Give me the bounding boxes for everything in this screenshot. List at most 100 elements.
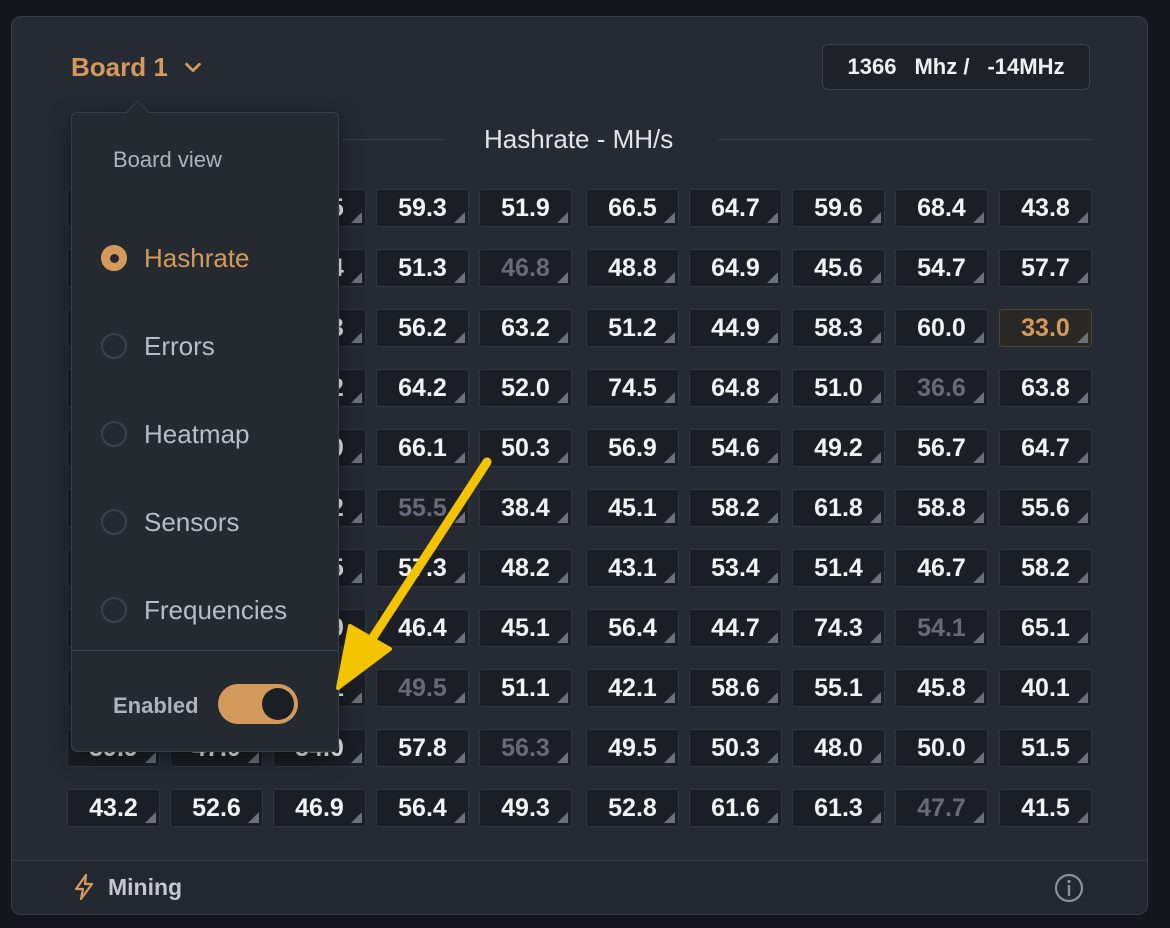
grid-cell[interactable]: 44.9 bbox=[689, 309, 782, 347]
grid-cell[interactable]: 43.8 bbox=[999, 189, 1092, 227]
mining-status: Mining bbox=[72, 873, 182, 901]
grid-cell[interactable]: 45.1 bbox=[479, 609, 572, 647]
option-hashrate[interactable]: Hashrate bbox=[101, 238, 250, 278]
grid-cell[interactable]: 51.9 bbox=[479, 189, 572, 227]
grid-cell[interactable]: 51.0 bbox=[792, 369, 885, 407]
grid-cell[interactable]: 64.8 bbox=[689, 369, 782, 407]
board-panel: Board 1 1366 Mhz / -14MHz Hashrate - MH/… bbox=[11, 16, 1148, 915]
grid-cell[interactable]: 64.7 bbox=[689, 189, 782, 227]
grid-cell[interactable]: 54.7 bbox=[895, 249, 988, 287]
grid-cell[interactable]: 63.8 bbox=[999, 369, 1092, 407]
option-label: Sensors bbox=[144, 506, 240, 537]
grid-cell[interactable]: 58.3 bbox=[792, 309, 885, 347]
radio-icon bbox=[101, 509, 127, 535]
grid-cell[interactable]: 58.2 bbox=[999, 549, 1092, 587]
grid-cell[interactable]: 58.2 bbox=[689, 489, 782, 527]
grid-cell[interactable]: 46.7 bbox=[895, 549, 988, 587]
grid-cell[interactable]: 57.3 bbox=[376, 549, 469, 587]
grid-cell[interactable]: 64.7 bbox=[999, 429, 1092, 467]
grid-cell[interactable]: 74.3 bbox=[792, 609, 885, 647]
grid-cell[interactable]: 50.3 bbox=[689, 729, 782, 767]
grid-cell[interactable]: 44.7 bbox=[689, 609, 782, 647]
grid-cell[interactable]: 56.9 bbox=[586, 429, 679, 467]
grid-cell[interactable]: 74.5 bbox=[586, 369, 679, 407]
option-heatmap[interactable]: Heatmap bbox=[101, 414, 250, 454]
grid-cell[interactable]: 50.3 bbox=[479, 429, 572, 467]
grid-cell[interactable]: 56.3 bbox=[479, 729, 572, 767]
grid-cell[interactable]: 54.1 bbox=[895, 609, 988, 647]
info-icon[interactable] bbox=[1054, 873, 1084, 903]
grid-cell[interactable]: 55.1 bbox=[792, 669, 885, 707]
grid-cell[interactable]: 57.8 bbox=[376, 729, 469, 767]
option-errors[interactable]: Errors bbox=[101, 326, 215, 366]
option-sensors[interactable]: Sensors bbox=[101, 502, 239, 542]
grid-cell[interactable]: 41.5 bbox=[999, 789, 1092, 827]
grid-cell[interactable]: 48.8 bbox=[586, 249, 679, 287]
grid-cell[interactable]: 38.4 bbox=[479, 489, 572, 527]
radio-icon bbox=[101, 333, 127, 359]
grid-cell[interactable]: 45.8 bbox=[895, 669, 988, 707]
grid-cell[interactable]: 56.7 bbox=[895, 429, 988, 467]
grid-cell[interactable]: 55.5 bbox=[376, 489, 469, 527]
grid-cell[interactable]: 55.6 bbox=[999, 489, 1092, 527]
grid-cell[interactable]: 46.4 bbox=[376, 609, 469, 647]
grid-cell[interactable]: 59.3 bbox=[376, 189, 469, 227]
grid-cell[interactable]: 49.5 bbox=[586, 729, 679, 767]
grid-cell[interactable]: 64.9 bbox=[689, 249, 782, 287]
grid-cell[interactable]: 46.9 bbox=[273, 789, 366, 827]
status-footer: Mining bbox=[12, 860, 1147, 914]
enabled-label: Enabled bbox=[113, 693, 199, 718]
grid-cell[interactable]: 47.7 bbox=[895, 789, 988, 827]
grid-cell[interactable]: 36.6 bbox=[895, 369, 988, 407]
grid-cell[interactable]: 54.6 bbox=[689, 429, 782, 467]
option-frequencies[interactable]: Frequencies bbox=[101, 590, 287, 630]
grid-cell[interactable]: 51.2 bbox=[586, 309, 679, 347]
grid-cell[interactable]: 65.1 bbox=[999, 609, 1092, 647]
grid-cell[interactable]: 61.6 bbox=[689, 789, 782, 827]
grid-cell[interactable]: 56.2 bbox=[376, 309, 469, 347]
grid-cell[interactable]: 45.1 bbox=[586, 489, 679, 527]
grid-cell[interactable]: 66.1 bbox=[376, 429, 469, 467]
grid-cell[interactable]: 52.0 bbox=[479, 369, 572, 407]
grid-cell[interactable]: 43.2 bbox=[67, 789, 160, 827]
grid-cell[interactable]: 60.0 bbox=[895, 309, 988, 347]
grid-title: Hashrate - MH/s bbox=[484, 123, 674, 154]
grid-cell[interactable]: 46.8 bbox=[479, 249, 572, 287]
grid-cell[interactable]: 49.3 bbox=[479, 789, 572, 827]
grid-cell[interactable]: 45.6 bbox=[792, 249, 885, 287]
grid-cell[interactable]: 43.1 bbox=[586, 549, 679, 587]
grid-cell[interactable]: 58.6 bbox=[689, 669, 782, 707]
grid-cell[interactable]: 64.2 bbox=[376, 369, 469, 407]
grid-cell[interactable]: 42.1 bbox=[586, 669, 679, 707]
grid-cell[interactable]: 51.1 bbox=[479, 669, 572, 707]
grid-cell[interactable]: 48.0 bbox=[792, 729, 885, 767]
grid-cell[interactable]: 58.8 bbox=[895, 489, 988, 527]
grid-cell[interactable]: 61.8 bbox=[792, 489, 885, 527]
board-selector-label: Board 1 bbox=[71, 51, 168, 82]
radio-icon bbox=[101, 245, 127, 271]
frequency-unit: Mhz / bbox=[914, 54, 970, 79]
grid-cell[interactable]: 63.2 bbox=[479, 309, 572, 347]
grid-cell[interactable]: 48.2 bbox=[479, 549, 572, 587]
option-label: Heatmap bbox=[144, 418, 250, 449]
enabled-toggle[interactable] bbox=[218, 684, 298, 724]
grid-cell[interactable]: 49.2 bbox=[792, 429, 885, 467]
grid-cell[interactable]: 51.3 bbox=[376, 249, 469, 287]
board-selector[interactable]: Board 1 bbox=[71, 49, 204, 85]
grid-cell[interactable]: 52.6 bbox=[170, 789, 263, 827]
grid-cell[interactable]: 53.4 bbox=[689, 549, 782, 587]
grid-cell[interactable]: 61.3 bbox=[792, 789, 885, 827]
grid-cell[interactable]: 33.0 bbox=[999, 309, 1092, 347]
grid-cell[interactable]: 40.1 bbox=[999, 669, 1092, 707]
grid-cell[interactable]: 52.8 bbox=[586, 789, 679, 827]
grid-cell[interactable]: 51.4 bbox=[792, 549, 885, 587]
grid-cell[interactable]: 66.5 bbox=[586, 189, 679, 227]
grid-cell[interactable]: 59.6 bbox=[792, 189, 885, 227]
grid-cell[interactable]: 51.5 bbox=[999, 729, 1092, 767]
grid-cell[interactable]: 49.5 bbox=[376, 669, 469, 707]
grid-cell[interactable]: 57.7 bbox=[999, 249, 1092, 287]
grid-cell[interactable]: 56.4 bbox=[376, 789, 469, 827]
grid-cell[interactable]: 56.4 bbox=[586, 609, 679, 647]
grid-cell[interactable]: 68.4 bbox=[895, 189, 988, 227]
grid-cell[interactable]: 50.0 bbox=[895, 729, 988, 767]
